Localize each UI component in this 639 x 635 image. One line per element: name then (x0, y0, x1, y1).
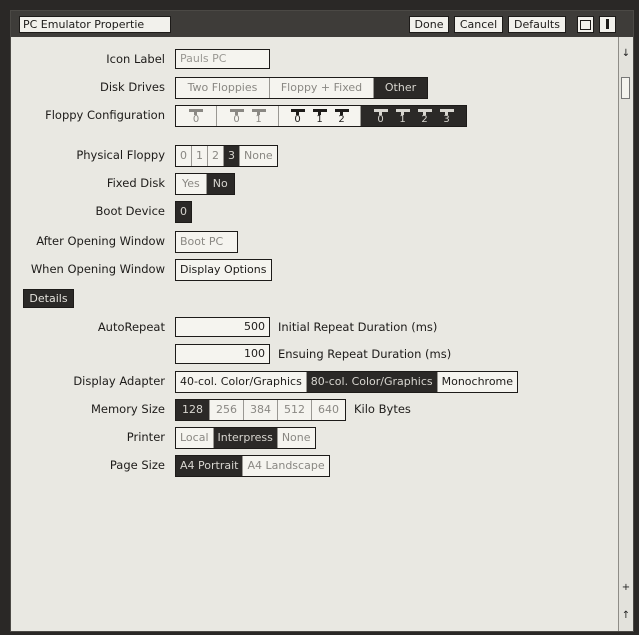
page-size-selector: A4 Portrait A4 Landscape (175, 455, 330, 477)
menu-icon[interactable] (599, 16, 616, 33)
display-adapter-option-80col[interactable]: 80-col. Color/Graphics (305, 372, 437, 392)
icon-label-label: Icon Label (106, 52, 165, 66)
memory-size-selector: 128 256 384 512 640 (175, 399, 346, 421)
disk-drives-option-floppy-fixed[interactable]: Floppy + Fixed (269, 78, 373, 98)
disk-drives-option-other[interactable]: Other (373, 78, 427, 98)
autorepeat-label: AutoRepeat (97, 320, 165, 334)
physical-floppy-selector: 0 1 2 3 None (175, 145, 278, 167)
disk-drives-selector: Two Floppies Floppy + Fixed Other (175, 77, 428, 99)
window-title: PC Emulator Propertie (19, 16, 171, 33)
row-printer: Printer Local Interpress None (11, 427, 621, 449)
printer-label: Printer (126, 430, 165, 444)
memory-size-option-640[interactable]: 640 (311, 400, 345, 420)
memory-size-option-512[interactable]: 512 (277, 400, 311, 420)
memory-size-label: Memory Size (90, 402, 165, 416)
boot-device-option-0[interactable]: 0 (176, 202, 191, 222)
ensuing-repeat-duration-label: Ensuing Repeat Duration (ms) (278, 347, 452, 361)
when-opening-window-selector: Display Options (175, 259, 272, 281)
physical-floppy-option-2[interactable]: 2 (207, 146, 223, 166)
page-size-option-a4-portrait[interactable]: A4 Portrait (176, 456, 243, 476)
after-opening-window-label: After Opening Window (36, 234, 165, 248)
printer-selector: Local Interpress None (175, 427, 316, 449)
printer-option-interpress[interactable]: Interpress (212, 428, 277, 448)
memory-size-option-256[interactable]: 256 (209, 400, 243, 420)
initial-repeat-duration-label: Initial Repeat Duration (ms) (278, 320, 438, 334)
physical-floppy-option-0[interactable]: 0 (176, 146, 191, 166)
title-bar: PC Emulator Propertie Done Cancel Defaul… (11, 11, 633, 37)
row-boot-device: Boot Device 0 (11, 201, 621, 223)
memory-size-option-128[interactable]: 128 (176, 400, 209, 420)
row-after-opening-window: After Opening Window Boot PC (11, 231, 621, 253)
pc-emulator-properties-window: PC Emulator Propertie Done Cancel Defaul… (10, 10, 634, 632)
fixed-disk-option-yes[interactable]: Yes (176, 174, 206, 194)
physical-floppy-option-none[interactable]: None (239, 146, 277, 166)
display-options-option[interactable]: Display Options (176, 260, 271, 280)
page-size-label: Page Size (109, 458, 165, 472)
row-page-size: Page Size A4 Portrait A4 Landscape (11, 455, 621, 477)
fixed-disk-option-no[interactable]: No (205, 174, 234, 194)
physical-floppy-label: Physical Floppy (76, 148, 165, 162)
physical-floppy-option-1[interactable]: 1 (191, 146, 207, 166)
floppy-config-option-2[interactable]: 0 1 (216, 106, 278, 126)
done-button[interactable]: Done (409, 16, 449, 33)
scroll-plus-icon[interactable]: + (619, 581, 633, 595)
scroll-down-arrow-icon[interactable]: ↓ (619, 47, 633, 61)
window-square-icon[interactable] (577, 16, 594, 33)
memory-size-option-384[interactable]: 384 (243, 400, 277, 420)
disk-drives-option-two-floppies[interactable]: Two Floppies (176, 78, 269, 98)
floppy-configuration-label: Floppy Configuration (45, 108, 165, 122)
disk-drives-label: Disk Drives (99, 80, 165, 94)
fixed-disk-label: Fixed Disk (106, 176, 165, 190)
cancel-button[interactable]: Cancel (454, 16, 503, 33)
details-button[interactable]: Details (23, 289, 74, 308)
floppy-config-option-3[interactable]: 0 1 2 (278, 106, 360, 126)
row-memory-size: Memory Size 128 256 384 512 640 Kilo Byt… (11, 399, 621, 421)
row-physical-floppy: Physical Floppy 0 1 2 3 None (11, 145, 621, 167)
properties-form: Icon Label Pauls PC Disk Drives Two Flop… (11, 37, 619, 631)
row-autorepeat-ensuing: 100 Ensuing Repeat Duration (ms) (11, 344, 621, 366)
row-floppy-configuration: Floppy Configuration 0 0 1 0 1 2 0 1 2 3 (11, 105, 621, 127)
boot-device-label: Boot Device (95, 204, 165, 218)
physical-floppy-option-3[interactable]: 3 (223, 146, 239, 166)
row-disk-drives: Disk Drives Two Floppies Floppy + Fixed … (11, 77, 621, 99)
display-adapter-option-40col[interactable]: 40-col. Color/Graphics (176, 372, 306, 392)
memory-size-unit: Kilo Bytes (354, 402, 411, 416)
row-autorepeat-initial: AutoRepeat 500 Initial Repeat Duration (… (11, 317, 621, 339)
floppy-configuration-selector: 0 0 1 0 1 2 0 1 2 3 (175, 105, 467, 127)
defaults-button[interactable]: Defaults (508, 16, 566, 33)
display-adapter-label: Display Adapter (73, 374, 165, 388)
row-icon-label: Icon Label Pauls PC (11, 49, 621, 71)
after-opening-window-selector: Boot PC (175, 231, 238, 253)
fixed-disk-selector: Yes No (175, 173, 235, 195)
page-size-option-a4-landscape[interactable]: A4 Landscape (242, 456, 329, 476)
initial-repeat-duration-input[interactable]: 500 (175, 317, 270, 337)
boot-device-selector: 0 (175, 201, 192, 223)
row-when-opening-window: When Opening Window Display Options (11, 259, 621, 281)
display-adapter-option-monochrome[interactable]: Monochrome (436, 372, 518, 392)
floppy-config-option-4[interactable]: 0 1 2 3 (360, 106, 466, 126)
scroll-up-arrow-icon[interactable]: ↑ (619, 609, 633, 623)
ensuing-repeat-duration-input[interactable]: 100 (175, 344, 270, 364)
display-adapter-selector: 40-col. Color/Graphics 80-col. Color/Gra… (175, 371, 519, 393)
boot-pc-option[interactable]: Boot PC (176, 232, 237, 252)
when-opening-window-label: When Opening Window (30, 262, 165, 276)
printer-option-none[interactable]: None (276, 428, 315, 448)
row-display-adapter: Display Adapter 40-col. Color/Graphics 8… (11, 371, 621, 393)
row-fixed-disk: Fixed Disk Yes No (11, 173, 621, 195)
scrollbar-thumb[interactable] (621, 77, 630, 99)
floppy-config-option-1[interactable]: 0 (176, 106, 216, 126)
icon-label-input[interactable]: Pauls PC (175, 49, 270, 69)
printer-option-local[interactable]: Local (176, 428, 213, 448)
